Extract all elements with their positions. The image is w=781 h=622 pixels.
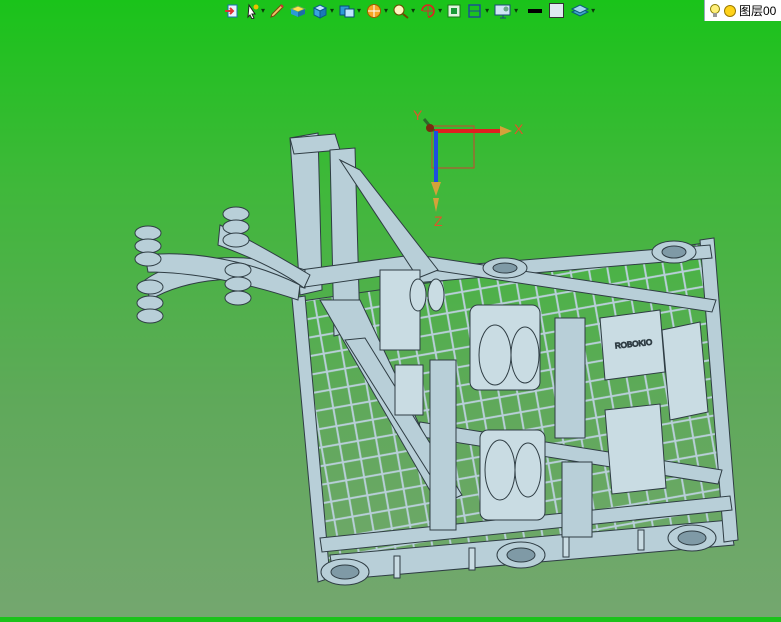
cube-primitive-icon <box>312 4 328 19</box>
layer-stack-icon <box>571 4 590 17</box>
lightbulb-icon <box>710 3 720 17</box>
intake-arm <box>134 206 311 324</box>
chevron-down-icon: ▾ <box>411 6 416 15</box>
line-color-button[interactable] <box>524 1 546 21</box>
layer-visible-icon <box>724 4 736 17</box>
section-button[interactable]: ▾ <box>464 1 491 21</box>
zoom-button[interactable]: ▾ <box>390 1 417 21</box>
display-settings-icon <box>494 4 511 19</box>
line-color-icon <box>528 9 543 13</box>
chevron-down-icon: ▾ <box>438 6 443 15</box>
y-axis-label: Y <box>413 107 423 123</box>
face-color-icon <box>549 3 565 18</box>
shell-button[interactable]: ▾ <box>336 1 363 21</box>
shell-feature-icon <box>339 5 355 18</box>
x-axis-label: X <box>514 121 524 137</box>
cube-button[interactable]: ▾ <box>309 1 336 21</box>
face-color-button[interactable] <box>546 1 568 21</box>
fit-view-icon <box>447 4 461 18</box>
3d-viewport[interactable]: X Y Z ROBOKIO <box>0 22 781 617</box>
render-button[interactable]: ▾ <box>363 1 390 21</box>
select-button[interactable]: ▾ <box>242 1 267 21</box>
chevron-down-icon: ▾ <box>485 6 490 15</box>
box-solid-icon <box>289 5 307 17</box>
chevron-down-icon: ▾ <box>261 6 266 15</box>
robot-chassis-model: X Y Z ROBOKIO <box>134 107 739 586</box>
pointer-select-icon <box>247 3 259 19</box>
chevron-down-icon: ▾ <box>357 6 362 15</box>
import-icon <box>225 4 238 18</box>
chevron-down-icon: ▾ <box>591 6 596 15</box>
sketch-pen-icon <box>270 4 284 18</box>
zoom-view-icon <box>393 4 409 19</box>
rotate-button[interactable]: ▾ <box>417 1 444 21</box>
axis-triad: X Y Z <box>413 107 524 229</box>
chevron-down-icon: ▾ <box>384 6 389 15</box>
rotate-view-icon <box>421 4 435 18</box>
layer-name: 图层00 <box>739 4 777 18</box>
import-button[interactable] <box>222 1 242 21</box>
chevron-down-icon: ▾ <box>514 6 519 15</box>
layer-selector[interactable]: 图层00 <box>704 0 781 21</box>
fit-view-button[interactable] <box>444 1 464 21</box>
layer-button[interactable]: ▾ <box>568 1 597 21</box>
box-button[interactable] <box>287 1 309 21</box>
section-view-icon <box>468 4 481 18</box>
sketch-button[interactable] <box>267 1 287 21</box>
chevron-down-icon: ▾ <box>330 6 335 15</box>
z-axis-label: Z <box>434 213 443 229</box>
render-sphere-icon <box>367 4 382 18</box>
display-settings-button[interactable]: ▾ <box>491 1 520 21</box>
main-toolbar: ▾ ▾ ▾ ▾ ▾ ▾ ▾ ▾ ▾ <box>222 0 781 22</box>
